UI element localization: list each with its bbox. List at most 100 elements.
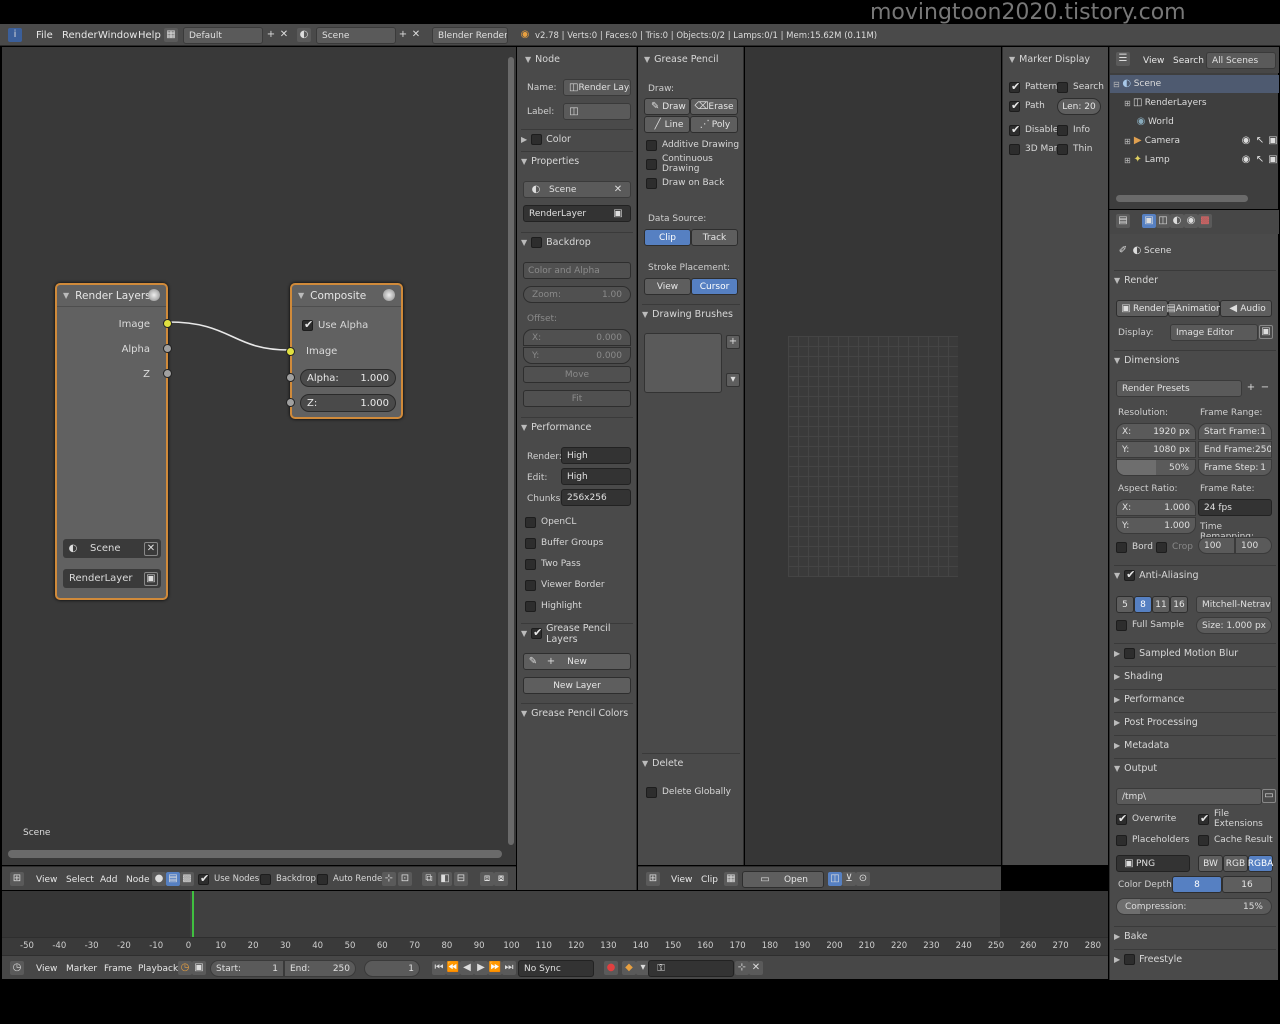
input-alpha-socket[interactable]	[286, 373, 295, 382]
insert-keyframe-icon[interactable]: ⊹	[735, 961, 749, 975]
lock-icon[interactable]: ▣	[192, 961, 206, 975]
anti-aliasing-checkbox[interactable]	[1124, 568, 1135, 581]
play-icon[interactable]: ▶	[474, 961, 488, 975]
add-preset-icon[interactable]: +	[1244, 381, 1258, 395]
border-toggle[interactable]: Bord	[1116, 538, 1153, 556]
lock-interface-icon[interactable]: ▣	[1259, 325, 1273, 339]
aa-filter-select[interactable]: Mitchell-Netravali	[1196, 596, 1272, 613]
menu-view[interactable]: View	[671, 875, 692, 885]
path-length-field[interactable]: Len: 20	[1057, 98, 1101, 115]
gp-new-button[interactable]: ✎ + New	[523, 653, 631, 670]
delete-globally-checkbox[interactable]	[646, 786, 657, 798]
menu-search[interactable]: Search	[1173, 56, 1204, 66]
folder-icon[interactable]: ▭	[1262, 789, 1276, 803]
color-depth-16-button[interactable]: 16	[1222, 876, 1272, 893]
menu-help[interactable]: Help	[138, 30, 161, 41]
render-layers-tab-icon[interactable]: ◫	[1156, 214, 1170, 228]
panel-backdrop-header[interactable]: ▼ Backdrop	[521, 232, 633, 252]
selectable-arrow-icon[interactable]: ↖	[1253, 153, 1267, 167]
menu-view[interactable]: View	[36, 964, 57, 974]
unlink-scene-icon[interactable]: ✕	[144, 541, 158, 556]
node-label-field[interactable]: ◫	[563, 103, 631, 120]
display-mode-icon[interactable]: ⊻	[842, 872, 856, 886]
add-layout-icon[interactable]: +	[264, 28, 278, 42]
backdrop-channels-select[interactable]: Color and Alpha	[523, 262, 631, 279]
alpha-slider[interactable]: Alpha: 1.000	[300, 369, 396, 387]
display-select[interactable]: Image Editor	[1170, 324, 1258, 341]
clip-editor-viewport[interactable]	[745, 47, 1001, 865]
aa-samples-16-button[interactable]: 16	[1170, 596, 1188, 613]
preview-sphere-icon[interactable]	[383, 289, 395, 301]
edit-quality-select[interactable]: High	[561, 468, 631, 485]
outliner-item-camera[interactable]: ⊞ ▶ Camera	[1124, 132, 1180, 150]
thin-checkbox[interactable]	[1057, 143, 1068, 155]
jump-next-key-icon[interactable]: ⏩	[488, 961, 502, 975]
render-image-button[interactable]: ▣ Render	[1116, 300, 1168, 317]
panel-shading-header[interactable]: ▶ Shading	[1114, 666, 1276, 686]
texture-tab-icon[interactable]: ▩	[1198, 214, 1212, 228]
timeline-ruler[interactable]	[2, 937, 1108, 955]
keying-set-icon[interactable]: ◆	[622, 961, 636, 975]
move-button[interactable]: Move	[523, 366, 631, 383]
layout-select[interactable]: Default	[183, 27, 263, 44]
editor-type-icon[interactable]: ◷	[10, 961, 24, 975]
scene-tab-icon[interactable]: ◐	[1170, 214, 1184, 228]
renderable-camera-icon[interactable]: ▣	[1266, 153, 1280, 167]
resolution-y-field[interactable]: Y: 1080 px	[1116, 441, 1196, 458]
outliner-item-lamp[interactable]: ⊞ ✦ Lamp	[1124, 151, 1170, 169]
clip-grid-area[interactable]	[788, 336, 958, 577]
node-scene-field[interactable]: ◐ Scene ✕	[63, 539, 161, 558]
paste-icon[interactable]: ◧	[438, 872, 452, 886]
file-extensions-toggle[interactable]: File Extensions	[1198, 809, 1278, 829]
brushes-list[interactable]	[644, 333, 722, 393]
panel-bake-header[interactable]: ▶ Bake	[1114, 926, 1276, 946]
panel-gp-layers-header[interactable]: ▼ Grease Pencil Layers	[521, 623, 633, 645]
node-editor[interactable]: ▼ Render Layers Image Alpha Z ◐ Scene ✕ …	[2, 47, 516, 865]
color-rgba-button[interactable]: RGBA	[1248, 855, 1273, 872]
remove-preset-icon[interactable]: −	[1258, 381, 1272, 395]
data-source-clip-button[interactable]: Clip	[644, 229, 691, 246]
end-frame-field[interactable]: End Frame: 250	[1198, 441, 1272, 458]
visibility-eye-icon[interactable]: ◉	[1239, 134, 1253, 148]
editor-type-icon[interactable]: ▤	[1116, 214, 1130, 228]
remove-layout-icon[interactable]: ✕	[277, 28, 291, 42]
render-tab-icon[interactable]: ▣	[1142, 214, 1156, 228]
time-remap-new-field[interactable]: 100	[1235, 537, 1272, 554]
file-format-select[interactable]: ▣ PNG	[1116, 855, 1190, 872]
aspect-x-field[interactable]: X: 1.000	[1116, 499, 1196, 516]
view-mode-icon[interactable]: ◫	[828, 872, 842, 886]
buffer-groups-checkbox[interactable]	[525, 537, 536, 549]
highlight-checkbox[interactable]	[525, 600, 536, 612]
horizontal-scrollbar[interactable]	[8, 850, 502, 858]
render-animation-button[interactable]: ▤ Animation	[1166, 300, 1222, 317]
composite-node[interactable]: ▼ Composite Use Alpha Image Alpha: 1.000…	[286, 283, 403, 419]
node-renderlayer-field[interactable]: RenderLayer ▣	[63, 569, 161, 588]
outliner-item-world[interactable]: ◉ World	[1134, 113, 1174, 131]
output-z-socket[interactable]	[163, 369, 172, 378]
opencl-checkbox[interactable]	[525, 516, 536, 528]
opencl-toggle[interactable]: OpenCL	[525, 513, 576, 531]
render-layers-node[interactable]: ▼ Render Layers Image Alpha Z ◐ Scene ✕ …	[55, 283, 172, 600]
play-reverse-icon[interactable]: ◀	[460, 961, 474, 975]
output-path-field[interactable]: /tmp\	[1116, 788, 1262, 805]
panel-output-header[interactable]: ▼ Output	[1114, 758, 1276, 778]
panel-marker-display-header[interactable]: ▼ Marker Display	[1003, 49, 1108, 69]
menu-node[interactable]: Node	[126, 875, 150, 885]
node-name-field[interactable]: ◫Render Layers	[563, 79, 631, 96]
draw-button[interactable]: ✎ Draw	[644, 98, 690, 115]
panel-drawing-brushes-header[interactable]: ▼ Drawing Brushes	[642, 304, 740, 324]
search-toggle[interactable]: Search	[1057, 78, 1104, 96]
clip-browse-icon[interactable]: ▦	[724, 872, 738, 886]
fit-button[interactable]: Fit	[523, 390, 631, 407]
preview-range-icon[interactable]: ◷	[178, 961, 192, 975]
offset-y-field[interactable]: Y: 0.000	[523, 347, 631, 364]
panel-post-processing-header[interactable]: ▶ Post Processing	[1114, 712, 1276, 732]
editor-type-icon[interactable]: ⊞	[646, 872, 660, 886]
color-depth-8-button[interactable]: 8	[1172, 876, 1222, 893]
overwrite-checkbox[interactable]	[1116, 812, 1127, 825]
brush-menu-icon[interactable]: ▾	[726, 373, 740, 387]
disabled-toggle[interactable]: Disabled	[1009, 121, 1064, 139]
input-image-socket[interactable]	[286, 347, 295, 356]
pattern-toggle[interactable]: Pattern	[1009, 78, 1057, 96]
erase-button[interactable]: ⌫ Erase	[690, 98, 738, 115]
